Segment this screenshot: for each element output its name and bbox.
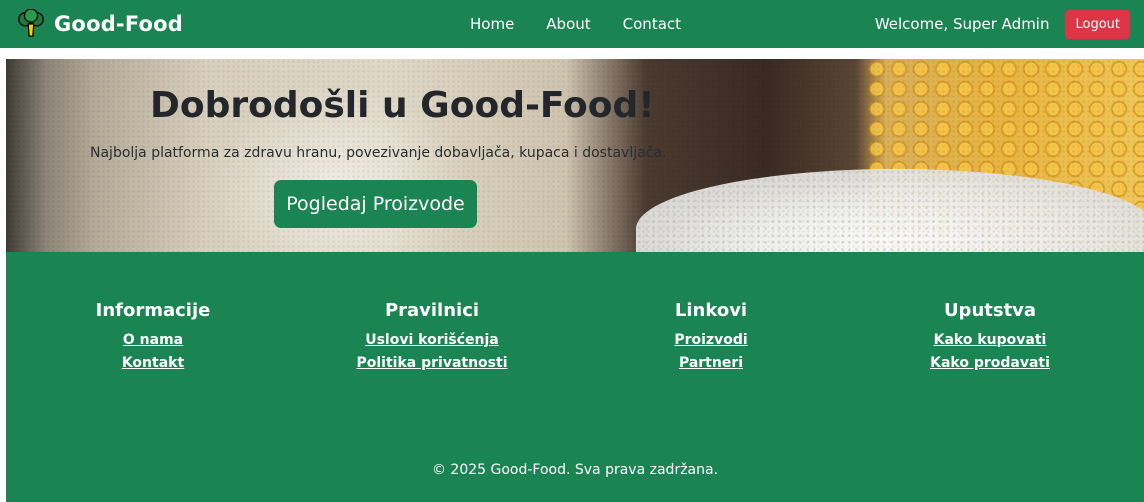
footer-heading: Linkovi [674, 300, 748, 321]
footer-link-proizvodi[interactable]: Proizvodi [674, 329, 747, 352]
footer-link-politika[interactable]: Politika privatnosti [357, 352, 508, 375]
nav-contact-link[interactable]: Contact [623, 15, 681, 33]
welcome-text: Welcome, Super Admin [874, 15, 1050, 33]
brand-name: Good-Food [54, 12, 184, 36]
footer-column-informacije: Informacije O nama Kontakt [96, 300, 211, 375]
hero-title: Dobrodošli u Good-Food! [150, 85, 655, 126]
footer: Informacije O nama Kontakt Pravilnici Us… [6, 252, 1144, 502]
footer-link-kako-kupovati[interactable]: Kako kupovati [934, 329, 1047, 352]
footer-column-pravilnici: Pravilnici Uslovi korišćenja Politika pr… [357, 300, 508, 375]
hero-subtitle: Najbolja platforma za zdravu hranu, pove… [90, 145, 667, 161]
logout-button[interactable]: Logout [1065, 9, 1130, 39]
user-area: Welcome, Super Admin Logout [875, 0, 1130, 48]
view-products-button[interactable]: Pogledaj Proizvode [274, 180, 477, 228]
footer-link-kako-prodavati[interactable]: Kako prodavati [930, 352, 1050, 375]
footer-column-uputstva: Uputstva Kako kupovati Kako prodavati [930, 300, 1050, 375]
navbar: Good-Food Home About Contact Welcome, Su… [0, 0, 1144, 48]
brand-link[interactable]: Good-Food [16, 9, 183, 39]
footer-heading: Uputstva [943, 300, 1037, 321]
broccoli-icon [18, 9, 44, 37]
copyright-text: © 2025 Good-Food. Sva prava zadržana. [431, 462, 719, 478]
nav-about-link[interactable]: About [546, 15, 590, 33]
main-nav: Home About Contact [470, 0, 681, 48]
footer-link-kontakt[interactable]: Kontakt [122, 352, 184, 375]
footer-heading: Pravilnici [384, 300, 480, 321]
footer-heading: Informacije [95, 300, 211, 321]
footer-column-linkovi: Linkovi Proizvodi Partneri [674, 300, 747, 375]
footer-link-partneri[interactable]: Partneri [679, 352, 743, 375]
nav-home-link[interactable]: Home [470, 15, 514, 33]
footer-link-uslovi[interactable]: Uslovi korišćenja [365, 329, 499, 352]
hero-banner: Dobrodošli u Good-Food! Najbolja platfor… [6, 59, 1144, 252]
footer-link-o-nama[interactable]: O nama [123, 329, 183, 352]
